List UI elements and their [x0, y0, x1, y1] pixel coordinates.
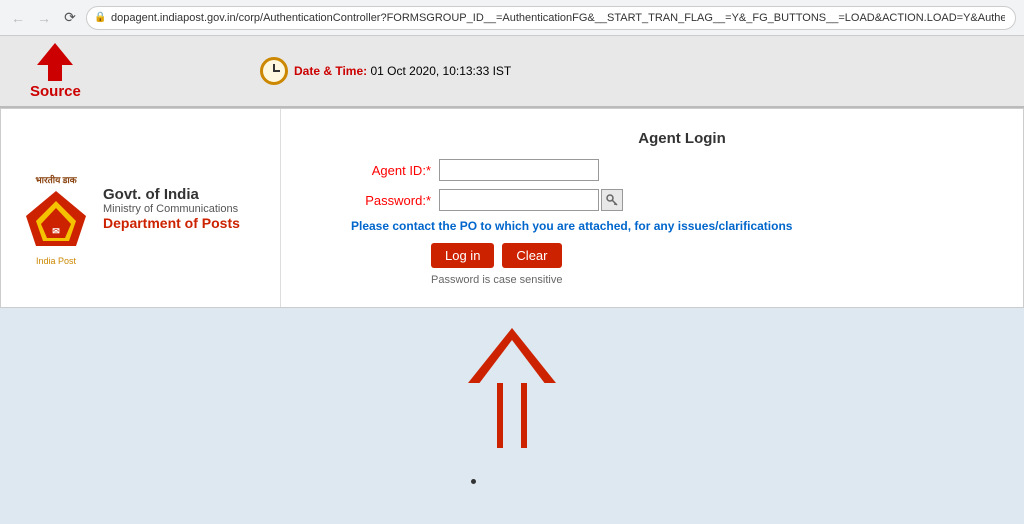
password-input[interactable] — [439, 189, 599, 211]
india-post-logo: भारतीय डाक ✉ India Post — [21, 173, 91, 243]
logo-text-area: Govt. of India Ministry of Communication… — [103, 186, 240, 231]
back-button[interactable]: ← — [8, 8, 28, 28]
dept-text: Department of Posts — [103, 215, 240, 231]
clock-icon — [260, 57, 288, 85]
main-content: भारतीय डाक ✉ India Post Govt. of India M… — [0, 108, 1024, 308]
arrow-head-outer — [468, 328, 556, 383]
login-container: Agent Login Agent ID:* Password:* — [311, 130, 993, 286]
datetime-label: Date & Time: — [294, 64, 367, 78]
datetime-value: 01 Oct 2020, 10:13:33 IST — [370, 64, 511, 78]
address-bar-wrapper: 🔒 — [86, 6, 1016, 30]
key-icon[interactable] — [601, 189, 623, 211]
toolbar: Source Date & Time: 01 Oct 2020, 10:13:3… — [0, 36, 1024, 108]
left-panel: भारतीय डाक ✉ India Post Govt. of India M… — [1, 109, 281, 307]
arrow-shaft-outer — [497, 383, 527, 448]
arrow-head-inner — [478, 340, 546, 385]
reload-button[interactable]: ⟳ — [60, 8, 80, 28]
login-button[interactable]: Log in — [431, 243, 494, 268]
arrow-triangle — [37, 43, 73, 65]
lock-icon: 🔒 — [94, 12, 106, 23]
up-arrow-container — [468, 328, 556, 448]
login-title: Agent Login — [371, 130, 993, 147]
agent-id-input[interactable] — [439, 159, 599, 181]
dot-indicator — [471, 479, 476, 484]
gov-india-text: Govt. of India — [103, 186, 240, 203]
source-arrow — [37, 43, 73, 81]
source-label-text: Source — [30, 83, 81, 100]
agent-id-label: Agent ID:* — [351, 163, 431, 178]
datetime-section: Date & Time: 01 Oct 2020, 10:13:33 IST — [260, 57, 511, 85]
forward-button[interactable]: → — [34, 8, 54, 28]
password-label: Password:* — [351, 193, 431, 208]
agent-id-row: Agent ID:* — [351, 159, 993, 181]
emblem-text: भारतीय डाक — [21, 173, 91, 186]
emblem-svg: ✉ — [21, 186, 91, 251]
browser-chrome: ← → ⟳ 🔒 — [0, 0, 1024, 36]
arrow-shaft — [48, 65, 62, 81]
ministry-text: Ministry of Communications — [103, 203, 240, 215]
hollow-arrow — [468, 328, 556, 448]
datetime-text: Date & Time: 01 Oct 2020, 10:13:33 IST — [294, 64, 511, 78]
address-bar[interactable] — [86, 6, 1016, 30]
svg-text:✉: ✉ — [52, 226, 60, 236]
password-wrapper — [439, 189, 623, 211]
right-panel: Agent Login Agent ID:* Password:* — [281, 109, 1023, 307]
notice-text: Please contact the PO to which you are a… — [351, 219, 993, 233]
clear-button[interactable]: Clear — [502, 243, 561, 268]
case-sensitive-note: Password is case sensitive — [431, 274, 993, 286]
password-row: Password:* — [351, 189, 993, 211]
button-row: Log in Clear — [431, 243, 993, 268]
source-annotation: Source — [30, 43, 81, 100]
arrow-shaft-inner — [503, 383, 521, 448]
page-wrapper: ← → ⟳ 🔒 Source Date & Time: 01 Oct 2020,… — [0, 0, 1024, 524]
india-post-label: India Post — [21, 256, 91, 266]
bottom-area — [0, 308, 1024, 524]
logo-area: भारतीय डाक ✉ India Post Govt. of India M… — [21, 173, 240, 243]
